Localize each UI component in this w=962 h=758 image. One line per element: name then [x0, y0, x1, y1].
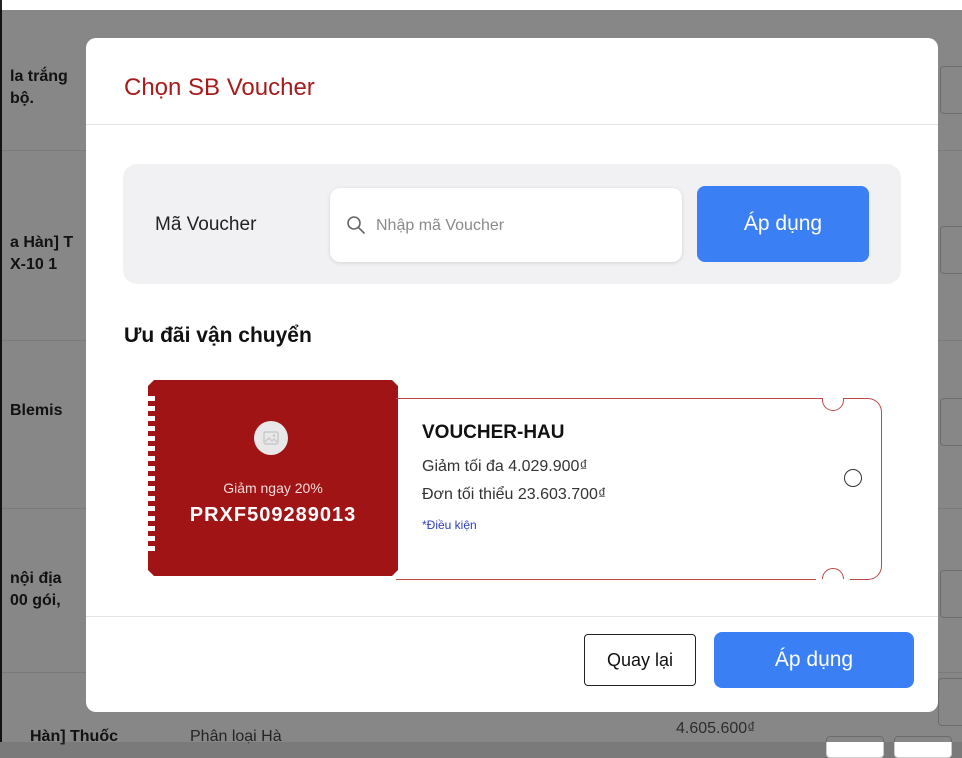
voucher-modal: Chọn SB Voucher Mã Voucher Áp dụng Ưu đã…: [86, 38, 938, 712]
search-icon: [347, 216, 365, 234]
back-button[interactable]: Quay lại: [584, 634, 696, 686]
voucher-min-order: Đơn tối thiểu 23.603.700₫: [422, 486, 607, 503]
image-placeholder-icon: [254, 421, 288, 455]
voucher-name: VOUCHER-HAU: [422, 422, 565, 443]
voucher-code-text: PRXF509289013: [189, 504, 357, 526]
background-topbar: [0, 0, 962, 10]
section-title-shipping: Ưu đãi vận chuyển: [124, 324, 312, 347]
voucher-max-discount: Giảm tối đa 4.029.900₫: [422, 458, 588, 475]
voucher-conditions-link[interactable]: *Điều kiện: [422, 518, 477, 532]
voucher-discount-text: Giảm ngay 20%: [223, 480, 323, 496]
apply-code-button[interactable]: Áp dụng: [697, 186, 869, 262]
voucher-code-field[interactable]: [330, 188, 682, 262]
ticket-notch-mask: [816, 579, 850, 591]
voucher-code-input[interactable]: [374, 208, 668, 244]
voucher-code-label: Mã Voucher: [155, 214, 257, 235]
voucher-code-panel: Mã Voucher Áp dụng: [123, 164, 901, 284]
modal-title: Chọn SB Voucher: [124, 74, 315, 101]
ticket-notch-mask: [816, 386, 850, 398]
divider: [86, 124, 938, 125]
voucher-select-radio[interactable]: [844, 469, 862, 487]
divider: [86, 616, 938, 617]
ticket-perforation: [148, 396, 155, 556]
apply-voucher-button[interactable]: Áp dụng: [714, 632, 914, 688]
voucher-card-ticket: Giảm ngay 20% PRXF509289013: [148, 380, 398, 576]
